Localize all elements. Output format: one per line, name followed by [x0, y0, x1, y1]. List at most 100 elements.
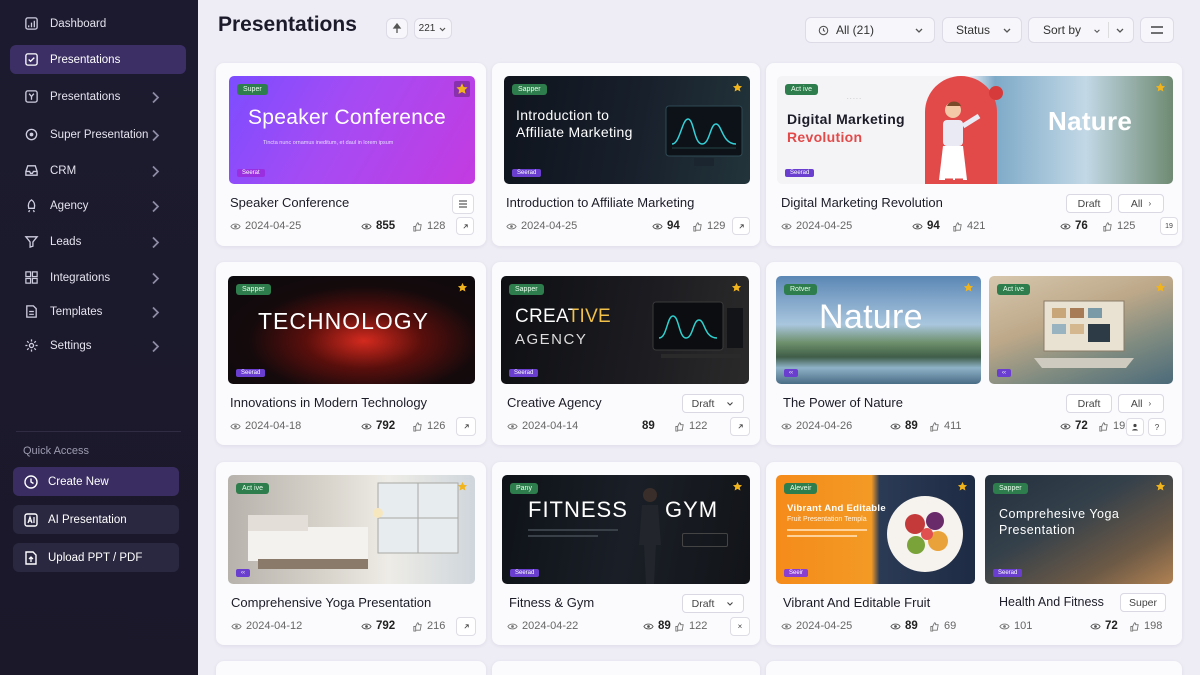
presentation-card[interactable]: Sapper CREATIVE AGENCY Seerad Creative A… — [492, 262, 760, 445]
hamburger-icon — [459, 200, 467, 208]
card-thumbnail[interactable]: Sapper TECHNOLOGY Seerad — [228, 276, 475, 384]
filter-all-select[interactable]: All (21) — [805, 17, 935, 43]
card-thumbnail-2[interactable]: Act ive ‹‹ — [989, 276, 1173, 384]
sidebar-item-agency[interactable]: Agency — [10, 191, 186, 220]
sort-divider — [1108, 22, 1109, 38]
card-user-button[interactable] — [1126, 418, 1144, 436]
star-icon[interactable] — [1154, 81, 1167, 94]
thumbs-up-icon — [675, 621, 684, 632]
thumbnail-title-2: GYM — [665, 497, 719, 522]
presentation-card[interactable]: Super Speaker Conference Tincta nunc orn… — [216, 63, 486, 246]
card-badge: Sapper — [236, 284, 271, 295]
card-share-button[interactable] — [730, 417, 750, 436]
card-date: 2024-04-22 — [507, 620, 578, 632]
sidebar-item-dashboard[interactable]: Dashboard — [10, 9, 186, 38]
y-square-icon — [25, 90, 38, 103]
card-thumbnail[interactable]: Act ive · · · · · Digital Marketing Revo… — [777, 76, 1173, 184]
pin-button[interactable] — [386, 18, 408, 39]
ai-presentation-button[interactable]: AI Presentation — [13, 505, 179, 534]
presentation-card[interactable]: Rotver Nature ‹‹ Act ive ‹‹ The Power of… — [766, 262, 1182, 445]
card-thumbnail[interactable]: Sapper CREATIVE AGENCY Seerad — [501, 276, 749, 384]
thumbnail-title: Vibrant And Editable — [787, 503, 886, 514]
card-date: 2024-04-25 — [781, 220, 852, 232]
presentation-card[interactable]: Aleveir Vibrant And Editable Fruit Prese… — [766, 462, 1182, 645]
chevron-right-icon — [152, 200, 160, 213]
star-icon[interactable] — [731, 480, 744, 493]
presentation-card[interactable]: Pany FITNESS GYM Seerad Fitness & Gym Dr… — [492, 462, 760, 645]
star-icon[interactable] — [1154, 480, 1167, 493]
card-thumbnail[interactable]: Rotver Nature ‹‹ — [776, 276, 981, 384]
sidebar-item-super-presentation[interactable]: Super Presentation — [10, 120, 186, 149]
card-views-value: 89 — [658, 620, 671, 632]
card-help-button[interactable]: ? — [1148, 418, 1166, 436]
draft-chip[interactable]: Draft — [1066, 394, 1112, 413]
card-title: Fitness & Gym — [509, 595, 595, 610]
sort-by-select[interactable]: Sort by — [1028, 17, 1134, 43]
sidebar-item-crm[interactable]: CRM — [10, 156, 186, 185]
draft-chip[interactable]: Draft — [1066, 194, 1112, 213]
card-share-button[interactable] — [732, 217, 750, 235]
sidebar-item-settings[interactable]: Settings — [10, 331, 186, 360]
card-views-2-value: 72 — [1075, 420, 1088, 432]
star-icon[interactable] — [456, 281, 469, 294]
super-chip[interactable]: Super — [1120, 593, 1166, 612]
star-icon[interactable] — [731, 81, 744, 94]
card-badge: Super — [237, 84, 268, 95]
card-thumbnail[interactable]: Pany FITNESS GYM Seerad — [502, 475, 750, 584]
eye-icon — [999, 623, 1010, 629]
thumbs-up-icon — [1099, 421, 1108, 432]
count-select[interactable]: 221 — [414, 18, 452, 39]
upload-ppt-pdf-button[interactable]: Upload PPT / PDF — [13, 543, 179, 572]
sidebar-item-templates[interactable]: Templates — [10, 297, 186, 326]
all-chip[interactable]: All › — [1118, 394, 1164, 413]
sidebar-item-presentations-2[interactable]: Presentations — [10, 82, 186, 111]
status-select[interactable]: Status — [942, 17, 1022, 43]
presentation-card[interactable]: Sapper TECHNOLOGY Seerad Innovations in … — [216, 262, 486, 445]
star-icon[interactable] — [730, 281, 743, 294]
card-thumbnail[interactable]: Aleveir Vibrant And Editable Fruit Prese… — [776, 475, 975, 584]
card-thumbnail[interactable]: Sapper Introduction to Affiliate Marketi… — [504, 76, 750, 184]
presentation-card-partial[interactable] — [216, 661, 486, 675]
card-date: 2024-04-25 — [506, 220, 577, 232]
star-icon[interactable] — [454, 81, 470, 97]
card-share-button[interactable] — [456, 217, 474, 235]
draft-select[interactable]: Draft — [682, 394, 744, 413]
card-thumbnail-2[interactable]: Sapper Comprehesive Yoga Presentation Se… — [985, 475, 1173, 584]
sidebar-item-presentations[interactable]: Presentations — [10, 45, 186, 74]
all-chip[interactable]: All › — [1118, 194, 1164, 213]
sidebar-item-integrations[interactable]: Integrations — [10, 263, 186, 292]
card-menu-button[interactable] — [452, 194, 474, 214]
eye-icon — [1090, 623, 1101, 629]
card-thumbnail[interactable]: Super Speaker Conference Tincta nunc orn… — [229, 76, 475, 184]
card-likes-value: 122 — [689, 420, 708, 432]
sidebar-item-leads[interactable]: Leads — [10, 227, 186, 256]
draft-chip-label: Draft — [1077, 197, 1101, 210]
card-likes: 216 — [412, 620, 445, 632]
card-share-button[interactable] — [456, 617, 476, 636]
chevron-down-icon — [727, 401, 734, 406]
card-corner-tag: Seerad — [509, 369, 539, 377]
star-icon[interactable] — [962, 281, 975, 294]
menu-button[interactable] — [1140, 17, 1174, 43]
card-close-button[interactable]: × — [730, 617, 750, 636]
draft-select[interactable]: Draft — [682, 594, 744, 613]
presentation-card[interactable]: Act ive · · · · · Digital Marketing Revo… — [766, 63, 1182, 246]
card-views-2-value: 76 — [1075, 220, 1088, 232]
chevron-right-icon — [152, 91, 160, 104]
presentation-card[interactable]: Act ive ‹‹ Comprehensive Yoga Presentati… — [216, 462, 486, 645]
card-count-button[interactable]: 19 — [1160, 217, 1178, 235]
card-title: Comprehensive Yoga Presentation — [231, 595, 432, 610]
card-views-2: 76 — [1060, 220, 1088, 232]
presentation-card-partial[interactable] — [766, 661, 1182, 675]
card-thumbnail[interactable]: Act ive ‹‹ — [228, 475, 475, 584]
presentation-card[interactable]: Sapper Introduction to Affiliate Marketi… — [492, 63, 760, 246]
card-share-button[interactable] — [456, 417, 476, 436]
thumbnail-title-2: Presentation — [999, 523, 1076, 537]
eye-icon — [912, 223, 923, 229]
star-icon[interactable] — [1154, 281, 1167, 294]
card-date-value: 2024-04-12 — [246, 620, 303, 632]
thumbs-up-icon — [413, 621, 422, 632]
create-new-button[interactable]: Create New — [13, 467, 179, 496]
card-date: 2024-04-25 — [230, 220, 301, 232]
presentation-card-partial[interactable] — [492, 661, 760, 675]
